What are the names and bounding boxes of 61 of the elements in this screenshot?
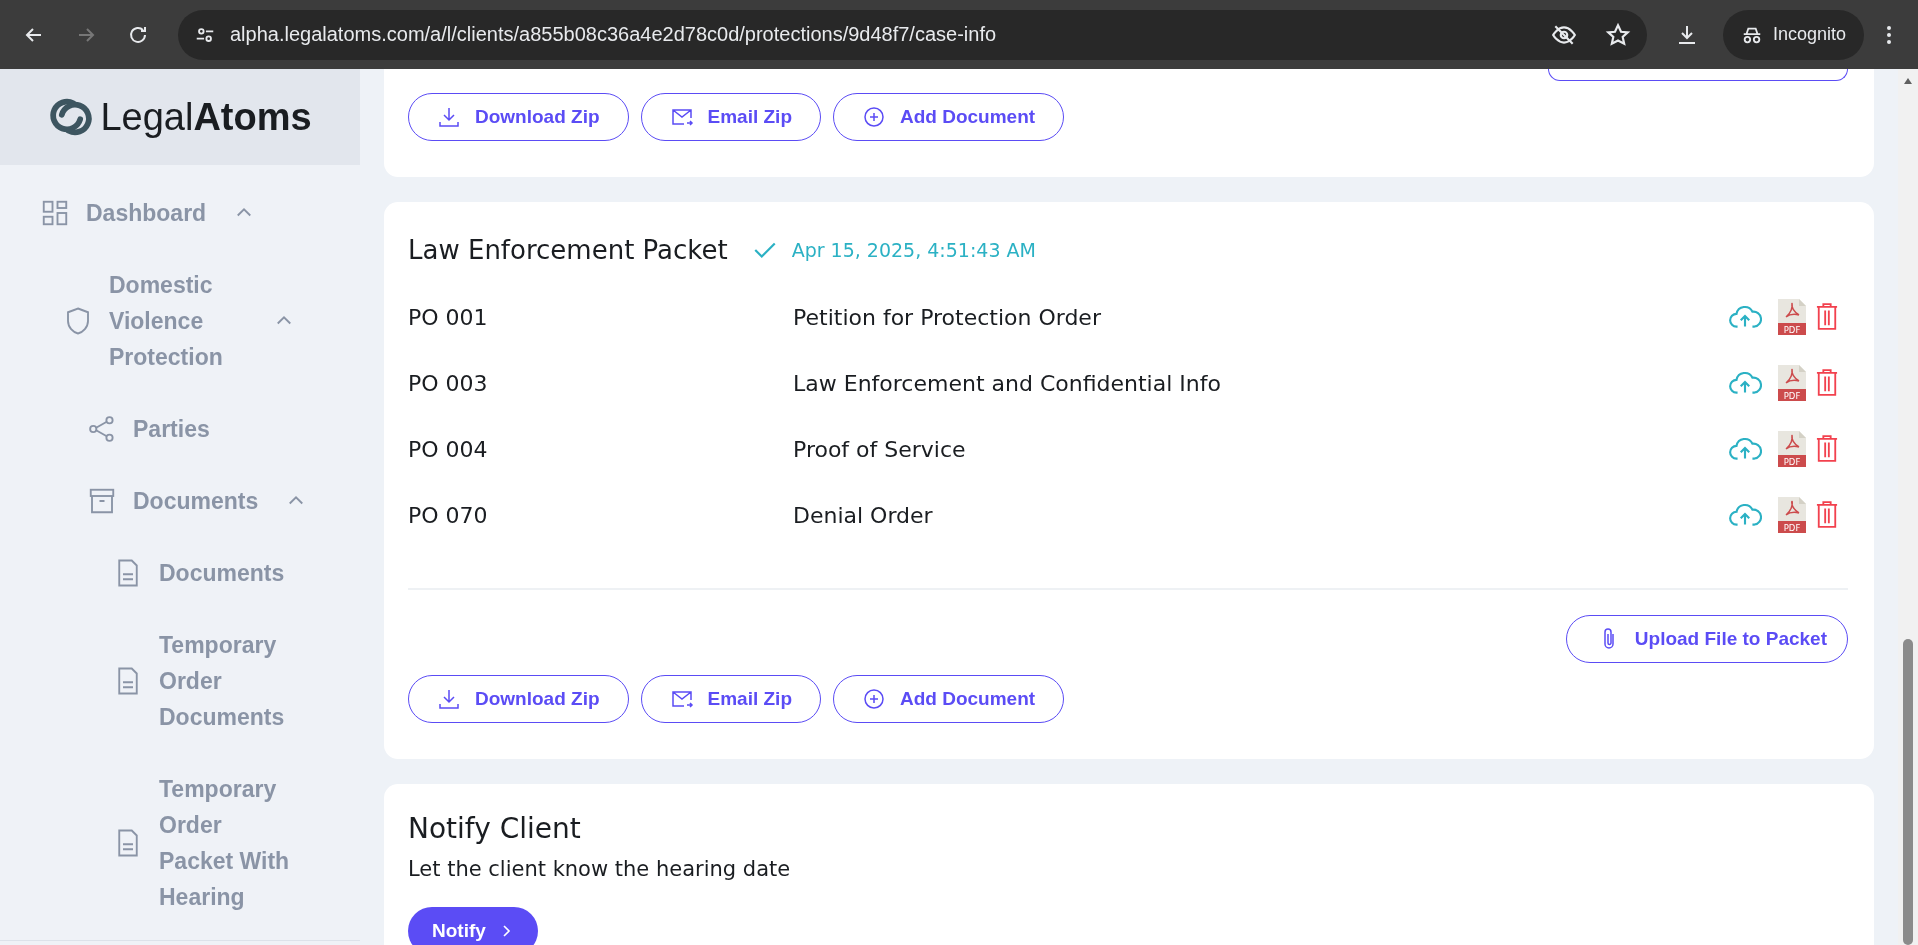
grid-icon [40,198,70,228]
cloud-upload-icon[interactable] [1728,502,1762,528]
sidebar-item[interactable]: Temporary Order Packet With Hearing [0,771,360,915]
cloud-upload-icon[interactable] [1728,370,1762,396]
sidebar-item-label: Dashboard [86,199,207,228]
sidebar-item-label: Temporary Order Documents [159,631,286,732]
pdf-file-icon[interactable]: PDF [1778,365,1806,401]
document-name: Proof of Service [793,436,967,462]
logo-text: LegalAtoms [100,95,312,139]
pdf-file-icon[interactable]: PDF [1778,497,1806,533]
sidebar-item-label: Temporary Order Packet With Hearing [159,775,291,912]
action-button[interactable]: Add Document [833,675,1065,723]
timestamp: Apr 15, 2025, 4:51:43 AM [791,239,1036,261]
trash-icon[interactable] [1816,303,1838,331]
plus-circle-icon [862,105,886,129]
sidebar-item-label: Parties [133,415,210,444]
star-icon[interactable] [1604,21,1631,48]
pdf-file-icon[interactable]: PDF [1778,299,1806,335]
sidebar-item-label: Documents [159,559,285,588]
document-name: Denial Order [793,502,934,528]
cloud-upload-icon[interactable] [1728,436,1762,462]
action-button[interactable]: Email Zip [640,675,821,723]
document-name: Law Enforcement and Confidential Info [793,370,1222,396]
upload-file-button[interactable]: Upload File to Packet [1565,615,1848,663]
sidebar-item[interactable]: Temporary Order Documents [0,627,360,735]
notify-title: Notify Client [408,812,582,845]
archive-icon [87,486,117,516]
document-code: PO 070 [408,502,489,528]
notify-button[interactable]: Notify [408,907,538,945]
incognito-button[interactable]: Incognito [1722,9,1864,60]
document-name: Petition for Protection Order [793,304,1102,330]
trash-icon[interactable] [1816,501,1838,529]
document-code: PO 004 [408,436,489,462]
document-code: PO 001 [408,304,489,330]
action-button[interactable]: Download Zip [408,675,629,723]
sidebar-item-label: Domestic Violence Protection [109,271,224,372]
sidebar-item[interactable]: Domestic Violence Protection [0,267,360,375]
pdf-file-icon[interactable]: PDF [1778,431,1806,467]
sidebar-item[interactable]: Documents [0,483,360,519]
trash-icon[interactable] [1816,435,1838,463]
share-icon [87,414,117,444]
document-code: PO 003 [408,370,489,396]
action-button[interactable]: Add Document [833,93,1065,141]
cloud-upload-icon[interactable] [1728,304,1762,330]
scroll-up-icon[interactable] [1903,77,1913,85]
notify-description: Let the client know the hearing date [408,857,792,881]
url-text: alpha.legalatoms.com/a/l/clients/a855b08c36a4e2d78c0d/protections/9d48f7/case-info [230,23,998,46]
packet-title: Law Enforcement Packet [408,235,728,265]
action-button[interactable]: Download Zip [408,93,629,141]
sidebar-item-label: Documents [133,487,259,516]
sidebar-item[interactable]: Parties [0,411,360,447]
sidebar-item[interactable]: Documents [0,555,360,591]
scroll-thumb[interactable] [1903,639,1913,945]
plus-circle-icon [862,687,886,711]
download-icon [437,105,461,129]
download-icon [437,687,461,711]
action-button[interactable]: Email Zip [640,93,821,141]
sidebar-item[interactable]: Dashboard [0,195,360,231]
trash-icon[interactable] [1816,369,1838,397]
scrollbar[interactable] [1898,69,1918,945]
address-bar[interactable]: alpha.legalatoms.com/a/l/clients/a855b08c36a4e2d78c0d/protections/9d48f7/case-info [178,9,1647,60]
